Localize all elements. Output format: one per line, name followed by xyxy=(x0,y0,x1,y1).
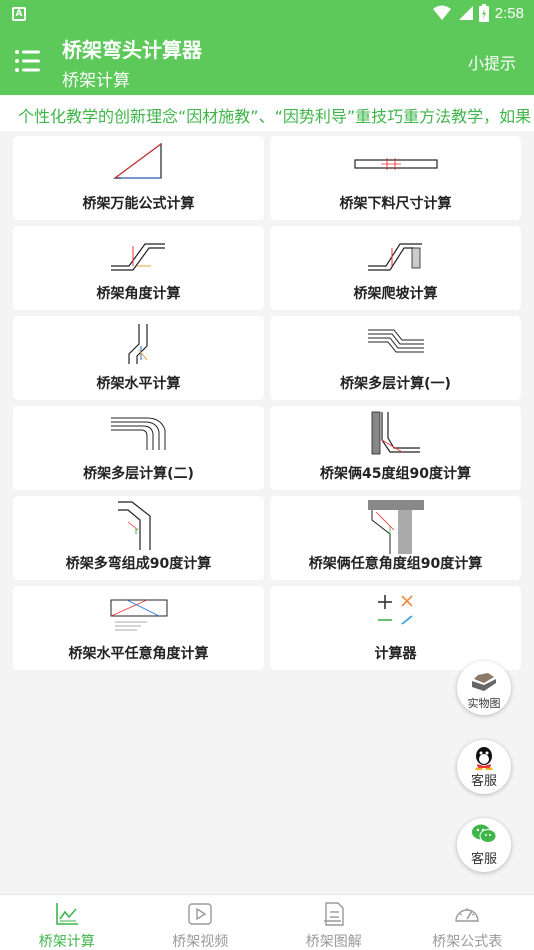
card-label: 桥架水平计算 xyxy=(96,376,181,392)
multilayer-bend-diagram-icon xyxy=(110,417,165,450)
card-universal-formula[interactable]: 桥架万能公式计算 xyxy=(13,136,264,220)
app-title: 桥架弯头计算器 xyxy=(62,38,202,62)
nav-label: 桥架公式表 xyxy=(432,934,503,950)
multilayer-diagram-icon xyxy=(367,329,424,353)
two-any-angle-diagram-icon xyxy=(367,500,424,554)
card-multi-bend[interactable]: 桥架多弯组成90度计算 xyxy=(13,496,264,580)
nav-label: 桥架计算 xyxy=(38,934,95,950)
wechat-icon xyxy=(472,824,497,843)
card-two-45[interactable]: 桥架俩45度组90度计算 xyxy=(270,406,521,490)
menu-button[interactable] xyxy=(14,48,42,74)
card-label: 桥架俩任意角度组90度计算 xyxy=(308,556,483,572)
fab-service-qq[interactable]: 客服 xyxy=(457,740,511,794)
nav-tab-formulas[interactable]: 桥架公式表 xyxy=(401,895,534,950)
horizontal-any-angle-diagram-icon xyxy=(110,599,167,631)
qq-icon xyxy=(475,747,493,770)
fab-photos[interactable]: 实物图 xyxy=(457,661,511,715)
card-label: 桥架多层计算(一) xyxy=(340,376,451,392)
nav-tab-video[interactable]: 桥架视频 xyxy=(134,895,268,950)
cut-size-diagram-icon xyxy=(353,158,438,170)
tips-button[interactable]: 小提示 xyxy=(468,50,516,74)
horizontal-diagram-icon xyxy=(127,324,148,364)
fab-label: 客服 xyxy=(470,852,497,867)
notification-icon: A xyxy=(12,7,26,21)
fab-service-wechat[interactable]: 客服 xyxy=(457,818,511,872)
card-label: 桥架下料尺寸计算 xyxy=(339,196,452,212)
marquee-text: 个性化教学的创新理念“因材施教”、“因势利导”重技巧重方法教学，如果 xyxy=(18,107,532,126)
card-label: 桥架多弯组成90度计算 xyxy=(65,556,212,572)
card-label: 计算器 xyxy=(374,646,417,662)
nav-tab-calc[interactable]: 桥架计算 xyxy=(0,895,134,950)
page-subtitle: 桥架计算 xyxy=(62,71,130,91)
nav-label: 桥架图解 xyxy=(305,934,362,950)
calculator-icon xyxy=(377,595,413,625)
list-menu-icon xyxy=(15,50,40,72)
card-slope[interactable]: 桥架爬坡计算 xyxy=(270,226,521,310)
card-label: 桥架万能公式计算 xyxy=(82,196,195,212)
card-angle[interactable]: 桥架角度计算 xyxy=(13,226,264,310)
nav-label: 桥架视频 xyxy=(172,934,229,950)
fab-label: 客服 xyxy=(470,774,497,789)
wifi-icon xyxy=(432,5,451,20)
calculator-grid: 桥架万能公式计算 桥架下料尺寸计算 桥架角度计算 桥架爬坡计算 桥架水平计算 桥… xyxy=(13,136,521,670)
card-calculator[interactable]: 计算器 xyxy=(270,586,521,670)
status-time: 2:58 xyxy=(494,4,524,22)
card-cut-size[interactable]: 桥架下料尺寸计算 xyxy=(270,136,521,220)
status-icons: 2:58 xyxy=(432,4,524,22)
bottom-nav: 桥架计算 桥架视频 桥架图解 桥架公式表 xyxy=(0,894,534,950)
card-label: 桥架角度计算 xyxy=(96,286,181,302)
card-multilayer-1[interactable]: 桥架多层计算(一) xyxy=(270,316,521,400)
document-icon xyxy=(323,902,344,926)
announcement-marquee: 个性化教学的创新理念“因材施教”、“因势利导”重技巧重方法教学，如果 xyxy=(0,95,534,131)
app-bar: 桥架弯头计算器 桥架计算 小提示 xyxy=(0,28,534,95)
card-horizontal-any-angle[interactable]: 桥架水平任意角度计算 xyxy=(13,586,264,670)
angle-diagram-icon xyxy=(110,243,165,271)
status-bar: A 2:58 xyxy=(0,0,534,28)
multi-bend-diagram-icon xyxy=(117,501,151,550)
signal-icon xyxy=(458,6,473,20)
slope-diagram-icon xyxy=(367,243,422,271)
video-icon xyxy=(188,903,212,925)
card-multilayer-2[interactable]: 桥架多层计算(二) xyxy=(13,406,264,490)
card-label: 桥架爬坡计算 xyxy=(353,286,438,302)
chart-icon xyxy=(55,903,78,925)
card-label: 桥架水平任意角度计算 xyxy=(68,646,209,662)
two-45-diagram-icon xyxy=(371,411,420,455)
battery-icon xyxy=(478,4,489,22)
gauge-icon xyxy=(455,908,479,922)
fab-label: 实物图 xyxy=(467,697,501,710)
photo-icon xyxy=(472,673,496,691)
nav-tab-diagrams[interactable]: 桥架图解 xyxy=(267,895,401,950)
triangle-diagram-icon xyxy=(112,142,162,179)
card-label: 桥架多层计算(二) xyxy=(83,466,194,482)
card-label: 桥架俩45度组90度计算 xyxy=(320,466,471,482)
card-horizontal[interactable]: 桥架水平计算 xyxy=(13,316,264,400)
card-two-any-angle[interactable]: 桥架俩任意角度组90度计算 xyxy=(270,496,521,580)
